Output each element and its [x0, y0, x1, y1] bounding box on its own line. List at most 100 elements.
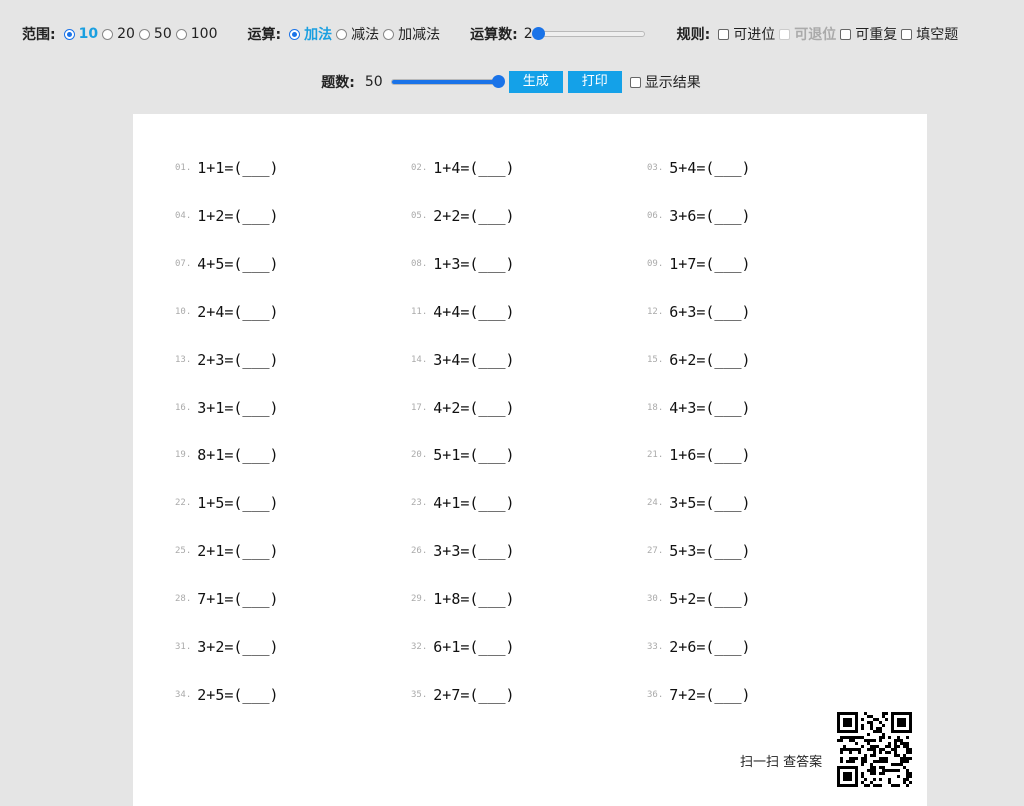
radio-icon[interactable] [102, 28, 114, 40]
operand-count-label: 运算数: [470, 27, 518, 43]
problem-number: 29. [411, 594, 428, 605]
operation-option-add[interactable]: 加法 [287, 24, 332, 44]
problem-item: 10. 2+4=(___) [175, 303, 279, 321]
question-count-slider[interactable] [390, 75, 505, 88]
checkbox-icon [779, 28, 791, 40]
operation-option-mixed[interactable]: 加减法 [381, 24, 440, 44]
problem-item: 14. 3+4=(___) [411, 351, 515, 369]
problem-number: 33. [647, 642, 664, 652]
rule-carry[interactable]: 可进位 [716, 24, 775, 44]
slider-thumb[interactable] [531, 27, 545, 40]
problem-expression: 7+2=(___) [669, 685, 751, 704]
radio-icon[interactable] [175, 28, 187, 40]
problem-number: 24. [647, 498, 664, 509]
radio-icon[interactable] [289, 28, 301, 40]
problem-number: 28. [175, 594, 192, 605]
problem-expression: 3+3=(___) [433, 542, 515, 561]
problem-number: 30. [647, 594, 664, 605]
problem-number: 36. [647, 689, 664, 700]
problem-expression: 3+1=(___) [197, 398, 279, 417]
problem-item: 26. 3+3=(___) [411, 542, 515, 560]
problem-expression: 3+6=(___) [669, 206, 751, 225]
checkbox-icon[interactable] [901, 28, 913, 40]
problem-item: 21. 1+6=(___) [647, 446, 751, 464]
problem-number: 14. [411, 354, 428, 365]
problem-expression: 2+2=(___) [433, 206, 515, 225]
show-results-toggle[interactable]: 显示结果 [628, 72, 701, 92]
problem-number: 03. [647, 163, 664, 173]
problem-item: 30. 5+2=(___) [647, 590, 751, 608]
problem-expression: 3+2=(___) [197, 638, 279, 656]
problem-number: 23. [411, 498, 428, 509]
operand-count-slider[interactable] [531, 27, 645, 40]
problem-item: 19. 8+1=(___) [175, 446, 279, 464]
problem-expression: 4+4=(___) [433, 302, 515, 321]
problem-expression: 2+1=(___) [197, 542, 279, 561]
problem-number: 21. [647, 450, 664, 461]
controls-row-1: 范围: 10 20 50 100 运算: 加法 减法 加减法 运算数: 2 规则… [0, 20, 1024, 48]
problem-item: 11. 4+4=(___) [411, 303, 515, 321]
problem-item: 02. 1+4=(___) [411, 159, 515, 177]
slider-thumb[interactable] [491, 75, 505, 88]
problem-item: 09. 1+7=(___) [647, 255, 751, 273]
problem-expression: 4+3=(___) [669, 398, 751, 417]
problem-expression: 1+6=(___) [669, 446, 751, 465]
problem-expression: 1+4=(___) [433, 159, 515, 177]
problem-item: 24. 3+5=(___) [647, 494, 751, 512]
problem-number: 02. [411, 163, 428, 173]
problem-expression: 2+4=(___) [197, 302, 279, 321]
rule-borrow: 可退位 [777, 24, 836, 44]
rule-repeat[interactable]: 可重复 [838, 24, 897, 44]
problem-expression: 1+3=(___) [433, 254, 515, 273]
qr-label: 扫一扫 查答案 [740, 755, 823, 770]
operation-option-subtract[interactable]: 减法 [334, 24, 379, 44]
problem-item: 20. 5+1=(___) [411, 446, 515, 464]
problem-item: 22. 1+5=(___) [175, 494, 279, 512]
problem-item: 04. 1+2=(___) [175, 207, 279, 225]
radio-icon[interactable] [138, 28, 150, 40]
checkbox-icon[interactable] [840, 28, 852, 40]
radio-icon[interactable] [383, 28, 395, 40]
problem-item: 05. 2+2=(___) [411, 207, 515, 225]
problem-expression: 1+7=(___) [669, 254, 751, 273]
problem-number: 34. [175, 689, 192, 700]
range-option-50[interactable]: 50 [137, 26, 172, 42]
problem-expression: 1+1=(___) [197, 159, 279, 177]
generate-button[interactable]: 生成 [508, 71, 563, 93]
problem-item: 12. 6+3=(___) [647, 303, 751, 321]
range-option-10[interactable]: 10 [62, 26, 98, 42]
problem-number: 18. [647, 402, 664, 413]
problem-item: 08. 1+3=(___) [411, 255, 515, 273]
problem-expression: 5+4=(___) [669, 159, 751, 177]
problem-expression: 4+1=(___) [433, 494, 515, 513]
problem-expression: 7+1=(___) [197, 590, 279, 609]
problem-number: 27. [647, 546, 664, 557]
problem-number: 01. [175, 163, 192, 173]
slider-fill [391, 80, 498, 84]
radio-icon[interactable] [336, 28, 348, 40]
problem-number: 19. [175, 450, 192, 461]
problem-number: 12. [647, 306, 664, 317]
problem-item: 01. 1+1=(___) [175, 159, 279, 177]
problem-number: 35. [411, 689, 428, 700]
range-option-20[interactable]: 20 [100, 26, 135, 42]
checkbox-icon[interactable] [629, 76, 641, 88]
print-button[interactable]: 打印 [567, 71, 622, 93]
rule-fill-blank[interactable]: 填空题 [899, 24, 958, 44]
checkbox-icon[interactable] [718, 28, 730, 40]
radio-icon[interactable] [63, 28, 75, 40]
problem-item: 13. 2+3=(___) [175, 351, 279, 369]
problem-expression: 8+1=(___) [197, 446, 279, 465]
problem-number: 05. [411, 210, 428, 221]
problem-number: 08. [411, 258, 428, 269]
worksheet-paper: 01. 1+1=(___) 02. 1+4=(___) 03. 5+4=(___) 04. 1… [133, 114, 927, 806]
problem-item: 28. 7+1=(___) [175, 590, 279, 608]
problem-number: 26. [411, 546, 428, 557]
range-option-100[interactable]: 100 [174, 26, 217, 42]
problem-number: 04. [175, 210, 192, 221]
problem-expression: 5+3=(___) [669, 542, 751, 561]
problem-number: 07. [175, 258, 192, 269]
problem-item: 15. 6+2=(___) [647, 351, 751, 369]
problem-expression: 3+5=(___) [669, 494, 751, 513]
problem-number: 10. [175, 306, 192, 317]
